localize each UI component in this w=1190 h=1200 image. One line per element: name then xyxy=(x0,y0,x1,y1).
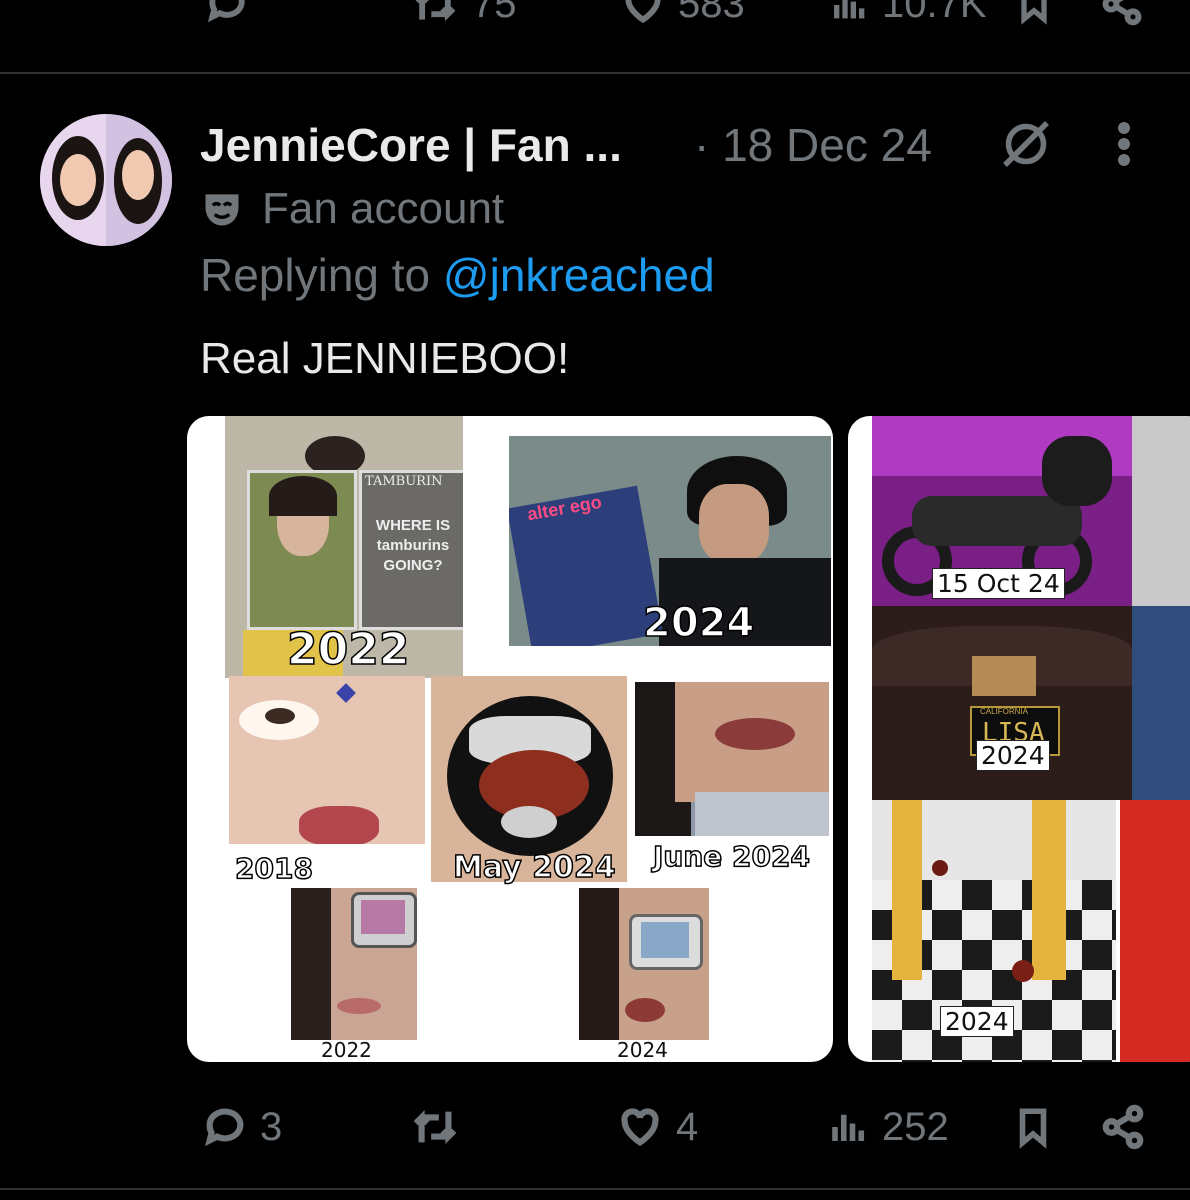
prev-views-count: 10.7K xyxy=(882,0,987,26)
tamburins-title: TAMBURIN xyxy=(365,474,443,489)
bookmark-button[interactable] xyxy=(1012,1104,1054,1150)
caption-2018: 2018 xyxy=(234,851,313,886)
collage-2018-photo xyxy=(229,676,425,844)
retweet-button[interactable] xyxy=(410,1104,472,1150)
replying-to-prefix: Replying to xyxy=(200,249,431,301)
bookmark-icon xyxy=(1021,0,1047,25)
share-icon xyxy=(1102,0,1142,26)
previous-post-actions: 75 583 10.7K xyxy=(0,0,1190,36)
views-icon xyxy=(832,1114,865,1141)
collage-june2024-photo xyxy=(635,682,829,836)
share-icon xyxy=(1102,1104,1144,1150)
like-count: 4 xyxy=(676,1104,699,1149)
prev-like-button[interactable]: 583 xyxy=(620,0,745,27)
media-image-1[interactable]: TAMBURIN WHERE IS tamburins GOING? 2022 … xyxy=(187,416,833,1062)
retweet-icon xyxy=(413,1110,457,1144)
views-count: 252 xyxy=(882,1104,949,1149)
caption-2024-shoes: 2024 xyxy=(940,1006,1014,1037)
prev-like-count: 583 xyxy=(678,0,745,26)
collage-2022-camera-photo xyxy=(291,888,417,1040)
reply-handle-link[interactable]: @jnkreached xyxy=(443,249,715,301)
tamburins-text: WHERE IS tamburins GOING? xyxy=(375,517,451,574)
prev-views-button[interactable]: 10.7K xyxy=(830,0,987,27)
more-icon xyxy=(1118,122,1130,166)
retweet-icon xyxy=(415,0,456,21)
reply-icon xyxy=(207,0,245,23)
plate-state: CALIFORNIA xyxy=(980,707,1029,716)
like-icon xyxy=(625,0,661,23)
collage-2024-camera-photo xyxy=(579,888,709,1040)
grok-icon xyxy=(1003,121,1049,167)
caption-2024-bottom: 2024 xyxy=(617,1038,668,1062)
caption-2022-bottom: 2022 xyxy=(321,1038,372,1062)
avatar[interactable] xyxy=(40,114,172,246)
prev-bookmark-button[interactable] xyxy=(1014,0,1054,26)
like-icon xyxy=(621,1108,659,1146)
caption-15-oct-24: 15 Oct 24 xyxy=(932,568,1065,599)
caption-may-2024: May 2024 xyxy=(452,849,616,886)
like-button[interactable]: 4 xyxy=(616,1104,698,1150)
media-image-2[interactable]: 15 Oct 24 CALIFORNIA LISA 2024 2024 xyxy=(848,416,1190,1062)
more-options-button[interactable] xyxy=(1112,120,1136,173)
reply-button[interactable]: 3 xyxy=(202,1104,282,1150)
caption-2024-top: 2024 xyxy=(642,599,755,647)
post-divider-top xyxy=(0,72,1190,74)
caption-2024-car: 2024 xyxy=(976,740,1050,771)
post-date[interactable]: · 18 Dec 24 xyxy=(694,118,932,172)
caption-june-2024: June 2024 xyxy=(652,839,810,874)
views-button[interactable]: 252 xyxy=(828,1104,949,1150)
views-icon xyxy=(834,0,865,18)
grok-button[interactable] xyxy=(998,116,1054,177)
replying-to: Replying to @jnkreached xyxy=(200,248,715,302)
reply-count: 3 xyxy=(260,1104,283,1149)
mask-icon xyxy=(205,194,239,226)
account-label-text: Fan account xyxy=(262,184,505,233)
post-text: Real JENNIEBOO! xyxy=(200,334,570,383)
reply-icon xyxy=(205,1108,244,1147)
post-divider-bottom xyxy=(0,1188,1190,1190)
share-button[interactable] xyxy=(1100,1104,1146,1150)
prev-reply-button[interactable] xyxy=(205,0,249,26)
post-actions: 3 4 252 xyxy=(0,1098,1190,1154)
prev-share-button[interactable] xyxy=(1100,0,1144,26)
bookmark-icon xyxy=(1019,1108,1047,1149)
caption-2022-top: 2022 xyxy=(286,623,410,676)
account-label: Fan account xyxy=(200,184,504,234)
prev-retweet-count: 75 xyxy=(472,0,517,26)
prev-retweet-button[interactable]: 75 xyxy=(410,0,517,27)
display-name[interactable]: JennieCore | Fan ... xyxy=(200,118,622,172)
